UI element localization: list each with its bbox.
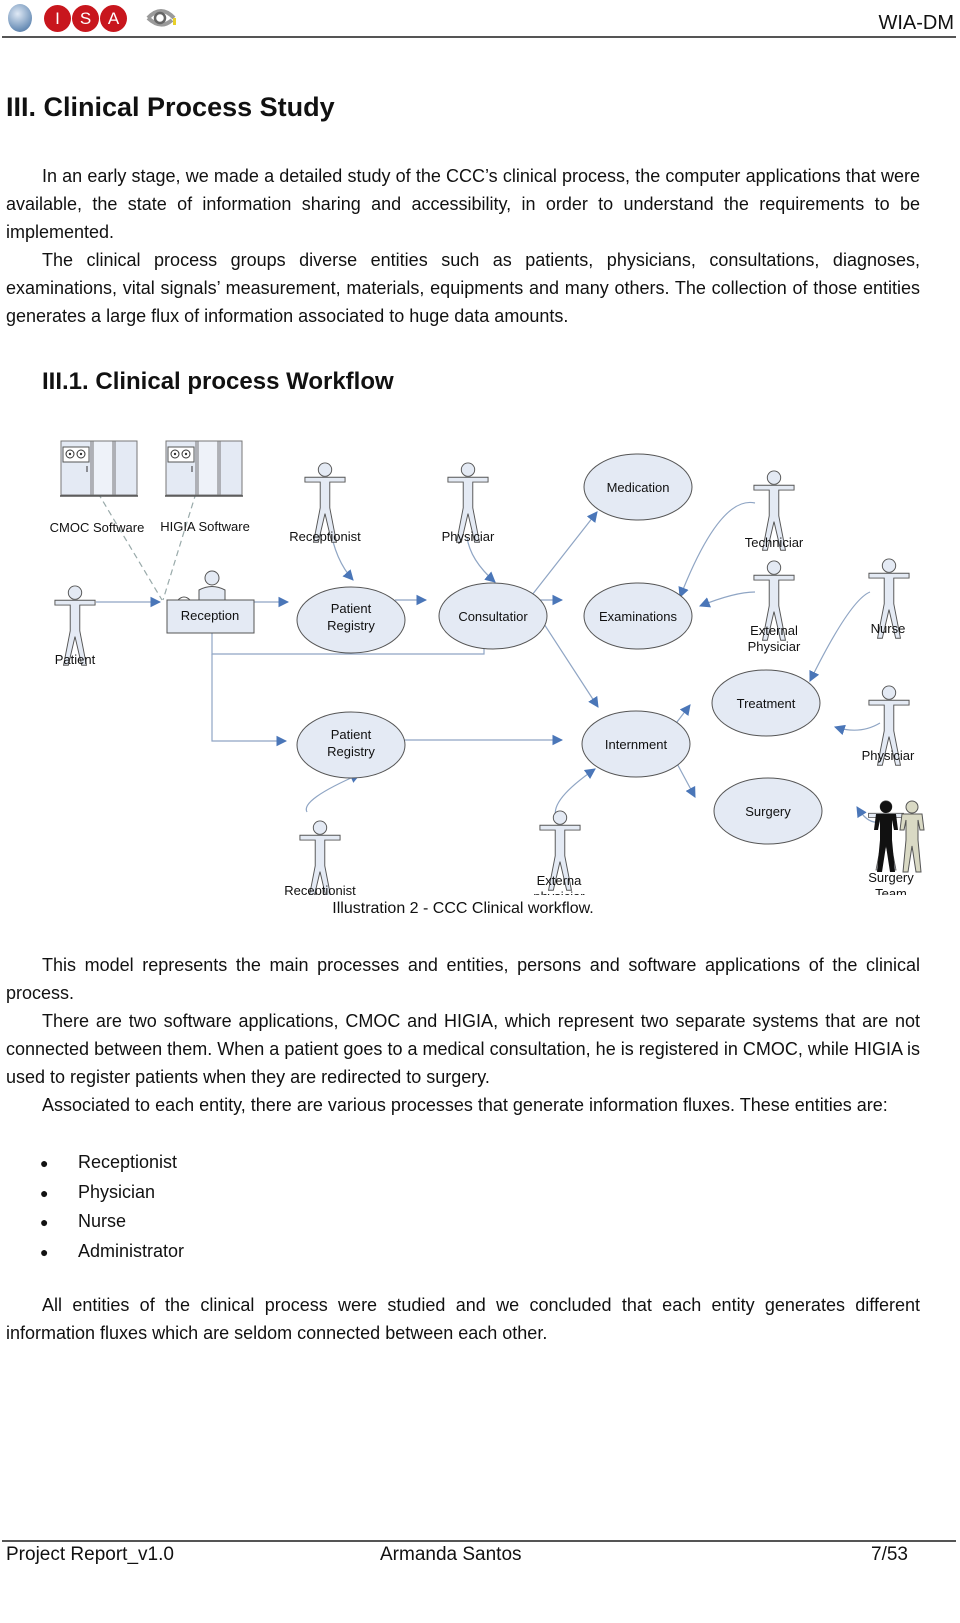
list-item: ● Administrator xyxy=(40,1237,184,1267)
subsection-title: III.1. Clinical process Workflow xyxy=(42,368,394,395)
section-title: III. Clinical Process Study xyxy=(6,92,335,122)
reception-desk: Reception xyxy=(166,570,255,634)
process-label-registry-bottom-2: Registry xyxy=(327,744,375,759)
bullet-icon: ● xyxy=(40,1243,49,1260)
actor-label-receptionist-bottom: Receptionist xyxy=(284,883,356,895)
bullet-icon: ● xyxy=(40,1155,49,1171)
list-item-text: Receptionist xyxy=(78,1152,178,1172)
process-label-consultation: Consultatior xyxy=(458,609,528,624)
process-label-registry-top-2: Registry xyxy=(327,618,375,633)
header-rule xyxy=(2,36,956,38)
bullet-icon: ● xyxy=(40,1184,49,1201)
document-code: WIA-DM xyxy=(878,12,954,34)
process-label-internment: Internment xyxy=(605,737,668,752)
actor-label-technician: Techniciar xyxy=(745,535,804,550)
paragraph-text: In an early stage, we made a detailed st… xyxy=(6,166,920,242)
footer-page-number: 7/53 xyxy=(871,1544,908,1565)
list-item-text: Physician xyxy=(78,1181,156,1202)
actor-label-physician-top: Physiciar xyxy=(442,529,495,544)
actor-label-receptionist-top: Receptionist xyxy=(289,529,361,544)
body-paragraph-1: This model represents the main processes… xyxy=(6,951,920,1007)
process-label-registry-top-1: Patient xyxy=(331,601,372,616)
actor-label-external-bottom-1: Externa xyxy=(537,873,583,888)
process-label-surgery: Surgery xyxy=(745,804,791,819)
entity-list: ● Receptionist ● Physician ● Nurse ● Adminis… xyxy=(40,1148,184,1266)
footer-author: Armanda Santos xyxy=(380,1544,522,1565)
eye-logo-icon xyxy=(146,9,176,27)
actor-label-physician-right: Physiciar xyxy=(862,748,915,763)
body-paragraph-3: Associated to each entity, there are var… xyxy=(6,1091,920,1119)
isa-logo-i: I xyxy=(44,5,71,32)
globe-logo-icon xyxy=(8,4,32,32)
paragraph-text: All entities of the clinical process wer… xyxy=(6,1295,920,1343)
actor-label-surgery-team-1: Surgery xyxy=(868,870,914,885)
list-item-text: Administrator xyxy=(78,1240,185,1261)
list-item: ● Physician xyxy=(40,1178,184,1208)
footer-document-name: Project Report_v1.0 xyxy=(6,1544,174,1565)
conclusion-paragraph: All entities of the clinical process wer… xyxy=(6,1291,920,1347)
list-item: ● Receptionist xyxy=(40,1148,184,1178)
intro-paragraph-1: In an early stage, we made a detailed st… xyxy=(6,162,920,246)
process-label-treatment: Treatment xyxy=(737,696,796,711)
process-label-medication: Medication xyxy=(607,480,670,495)
list-item: ● Nurse xyxy=(40,1207,184,1237)
actor-label-surgery-team-2: Team xyxy=(875,886,907,895)
reception-label: Reception xyxy=(181,608,240,623)
paragraph-text: This model represents the main processes… xyxy=(6,955,920,1003)
intro-paragraph-2: The clinical process groups diverse enti… xyxy=(6,246,920,330)
surgery-team-icon xyxy=(868,800,925,873)
body-paragraph-2: There are two software applications, CMO… xyxy=(6,1007,920,1091)
clinical-workflow-diagram: CMOC Software HIGIA Software Receptionis… xyxy=(50,440,925,895)
paragraph-text: Associated to each entity, there are var… xyxy=(42,1095,888,1115)
higia-server-icon xyxy=(165,440,243,497)
actor-label-patient: Patient xyxy=(55,652,96,667)
isa-logo-s: S xyxy=(72,5,99,32)
process-label-registry-bottom-1: Patient xyxy=(331,727,372,742)
paragraph-text: The clinical process groups diverse enti… xyxy=(6,250,920,326)
paragraph-text: There are two software applications, CMO… xyxy=(6,1011,920,1087)
actor-label-external-physician-1: External xyxy=(750,623,798,638)
actor-label-nurse: Nurse xyxy=(871,621,906,636)
cmoc-server-icon xyxy=(60,440,138,497)
process-label-examinations: Examinations xyxy=(599,609,678,624)
page-header: I S A WIA-DM xyxy=(0,0,960,40)
bullet-icon: ● xyxy=(40,1214,49,1230)
footer-rule xyxy=(2,1540,956,1542)
cmoc-software-label: CMOC Software xyxy=(50,520,145,535)
higia-software-label: HIGIA Software xyxy=(160,519,250,534)
figure-caption: Illustration 2 - CCC Clinical workflow. xyxy=(332,900,594,917)
list-item-text: Nurse xyxy=(78,1211,127,1231)
actor-label-external-bottom-2: physiciar xyxy=(533,889,585,895)
actor-label-external-physician-2: Physiciar xyxy=(748,639,801,654)
isa-logo-a: A xyxy=(100,5,127,32)
